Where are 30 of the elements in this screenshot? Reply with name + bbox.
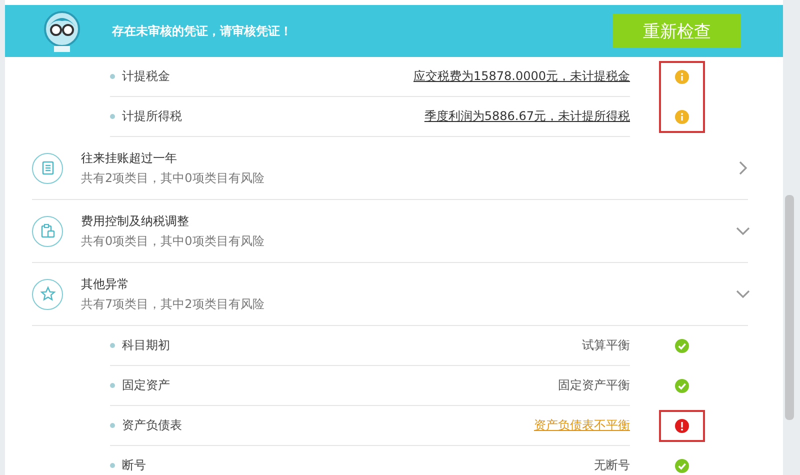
bullet-icon (110, 423, 115, 428)
banner-message: 存在未审核的凭证，请审核凭证！ (112, 22, 293, 40)
scrollbar-thumb[interactable] (785, 195, 794, 420)
check-item-label: 计提所得税 (122, 108, 182, 125)
result-text: 无断号 (594, 458, 630, 472)
check-item-label: 断号 (122, 457, 146, 474)
bullet-icon (110, 343, 115, 348)
category-title: 往来挂账超过一年 (81, 150, 178, 166)
check-item-label: 计提税金 (122, 68, 170, 85)
category-title: 费用控制及纳税调整 (81, 212, 190, 230)
check-item-label: 资产负债表 (122, 417, 182, 434)
bullet-icon (110, 383, 115, 388)
category-summary: 共有2项类目，其中0项类目有风险 (81, 170, 266, 186)
category-header[interactable]: 费用控制及纳税调整 共有0项类目，其中0项类目有风险 (32, 200, 748, 263)
bullet-icon (110, 74, 115, 79)
result-text: 试算平衡 (582, 338, 630, 352)
bullet-icon (110, 114, 115, 119)
star-icon (38, 285, 56, 303)
result-link[interactable]: 应交税费为15878.0000元，未计提税金 (413, 69, 630, 83)
result-link[interactable]: 季度利润为5886.67元，未计提所得税 (424, 109, 630, 123)
category-summary: 共有0项类目，其中0项类目有风险 (81, 232, 266, 250)
category-title: 其他异常 (81, 276, 130, 292)
category-header[interactable]: 其他异常 共有7项类目，其中2项类目有风险 (32, 263, 748, 326)
check-item-label: 固定资产 (122, 377, 170, 394)
category-summary: 共有7项类目，其中2项类目有风险 (81, 296, 266, 312)
category-header[interactable]: 往来挂账超过一年 共有2项类目，其中0项类目有风险 (32, 137, 748, 200)
clipboard-icon (38, 222, 56, 240)
bullet-icon (110, 463, 115, 468)
check-item-label: 科目期初 (122, 337, 170, 354)
result-text: 固定资产平衡 (558, 378, 630, 392)
